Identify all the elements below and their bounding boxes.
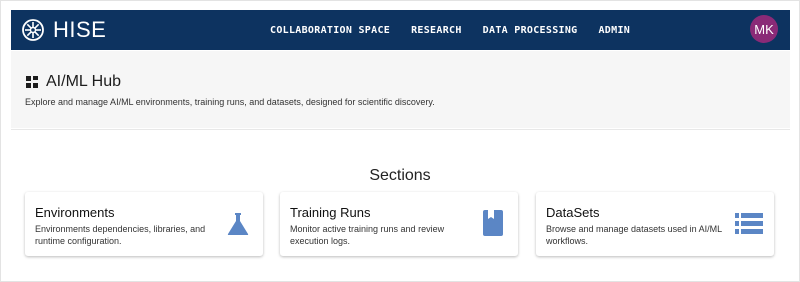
card-datasets[interactable]: DataSets Browse and manage datasets used… (536, 192, 774, 256)
nav-links: COLLABORATION SPACE RESEARCH DATA PROCES… (270, 10, 651, 50)
page-header: AI/ML Hub Explore and manage AI/ML envir… (11, 51, 790, 128)
page-description: Explore and manage AI/ML environments, t… (25, 97, 435, 107)
flask-icon (227, 213, 249, 235)
card-description: Browse and manage datasets used in AI/ML… (546, 224, 722, 246)
sections-title: Sections (369, 167, 431, 184)
user-avatar[interactable]: MK (750, 15, 778, 43)
card-environments[interactable]: Environments Environments dependencies, … (25, 192, 263, 256)
card-title: DataSets (546, 205, 600, 220)
nav-link-research[interactable]: RESEARCH (411, 25, 462, 36)
list-icon (735, 213, 763, 234)
brand-name: HISE (53, 17, 107, 42)
card-title: Environments (35, 205, 115, 220)
header-divider (11, 129, 790, 130)
card-description: Environments dependencies, libraries, an… (35, 224, 206, 246)
nav-link-admin[interactable]: ADMIN (598, 25, 630, 36)
card-training-runs[interactable]: Training Runs Monitor active training ru… (280, 192, 518, 256)
page-title: AI/ML Hub (46, 73, 121, 90)
card-title: Training Runs (290, 205, 371, 220)
app-frame: HISE COLLABORATION SPACE RESEARCH DATA P… (0, 0, 800, 282)
nav-link-collaboration-space[interactable]: COLLABORATION SPACE (270, 25, 390, 36)
page-title-row: AI/ML Hub (26, 73, 121, 91)
nav-link-data-processing[interactable]: DATA PROCESSING (483, 25, 578, 36)
brand-logo[interactable]: HISE (21, 17, 106, 43)
top-navbar: HISE COLLABORATION SPACE RESEARCH DATA P… (11, 10, 790, 50)
book-icon (483, 210, 503, 236)
dashboard-icon (26, 76, 38, 88)
hise-logo-icon (22, 19, 44, 41)
card-description: Monitor active training runs and review … (290, 224, 445, 246)
